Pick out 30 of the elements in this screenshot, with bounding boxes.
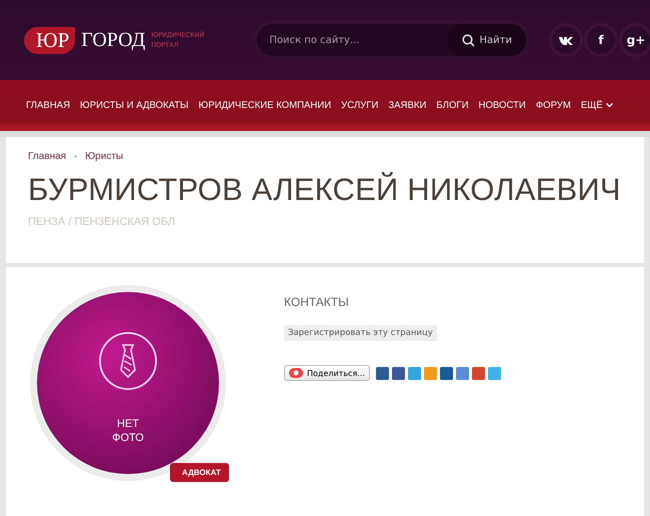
vk-button[interactable] (552, 26, 580, 54)
vk-icon (559, 36, 573, 44)
breadcrumb-link[interactable]: Юристы (85, 151, 124, 162)
nav-link[interactable]: УСЛУГИ (341, 100, 378, 111)
separator-dot-icon (74, 155, 78, 158)
logo-text[interactable]: ГОРОД (81, 28, 146, 52)
logo-mark[interactable]: ЮР (24, 26, 76, 54)
share-button[interactable]: Поделиться... (284, 365, 370, 381)
nav-link[interactable]: ГЛАВНАЯ (26, 100, 70, 111)
register-button[interactable]: Зарегистрировать эту страницу (284, 325, 437, 341)
social-button[interactable]: g+ (622, 26, 650, 54)
nav-link[interactable]: ЮРИСТЫ И АДВОКАТЫ (80, 100, 189, 111)
page-title: БУРМИСТРОВ АЛЕКСЕЙ НИКОЛАЕВИЧ (28, 172, 622, 208)
social-button[interactable]: f (587, 26, 615, 54)
breadcrumb-link[interactable]: Главная (28, 151, 66, 162)
nav-link[interactable]: ФОРУМ (536, 100, 571, 111)
caret-icon (606, 103, 613, 108)
nav-link[interactable]: БЛОГИ (436, 100, 469, 111)
search-button[interactable]: Найти (448, 24, 526, 56)
no-photo-text: НЕТ ФОТО (111, 417, 145, 445)
location-text: ПЕНЗА / ПЕНЗЕНСКАЯ ОБЛ (28, 216, 176, 228)
search-icon (462, 34, 475, 46)
nav-link[interactable]: НОВОСТИ (478, 100, 526, 111)
tie-icon (98, 331, 158, 391)
nav-link[interactable]: ЗАЯВКИ (388, 100, 426, 111)
contacts-heading: КОНТАКТЫ (284, 295, 350, 309)
more-menu[interactable]: ЕЩЁ (580, 100, 613, 111)
search-field[interactable]: Поиск по сайту... Найти (257, 24, 526, 56)
nav-link[interactable]: ЮРИДИЧЕСКИЕ КОМПАНИИ (198, 100, 332, 111)
lawyer-tag: АДВОКАТ (170, 463, 229, 482)
